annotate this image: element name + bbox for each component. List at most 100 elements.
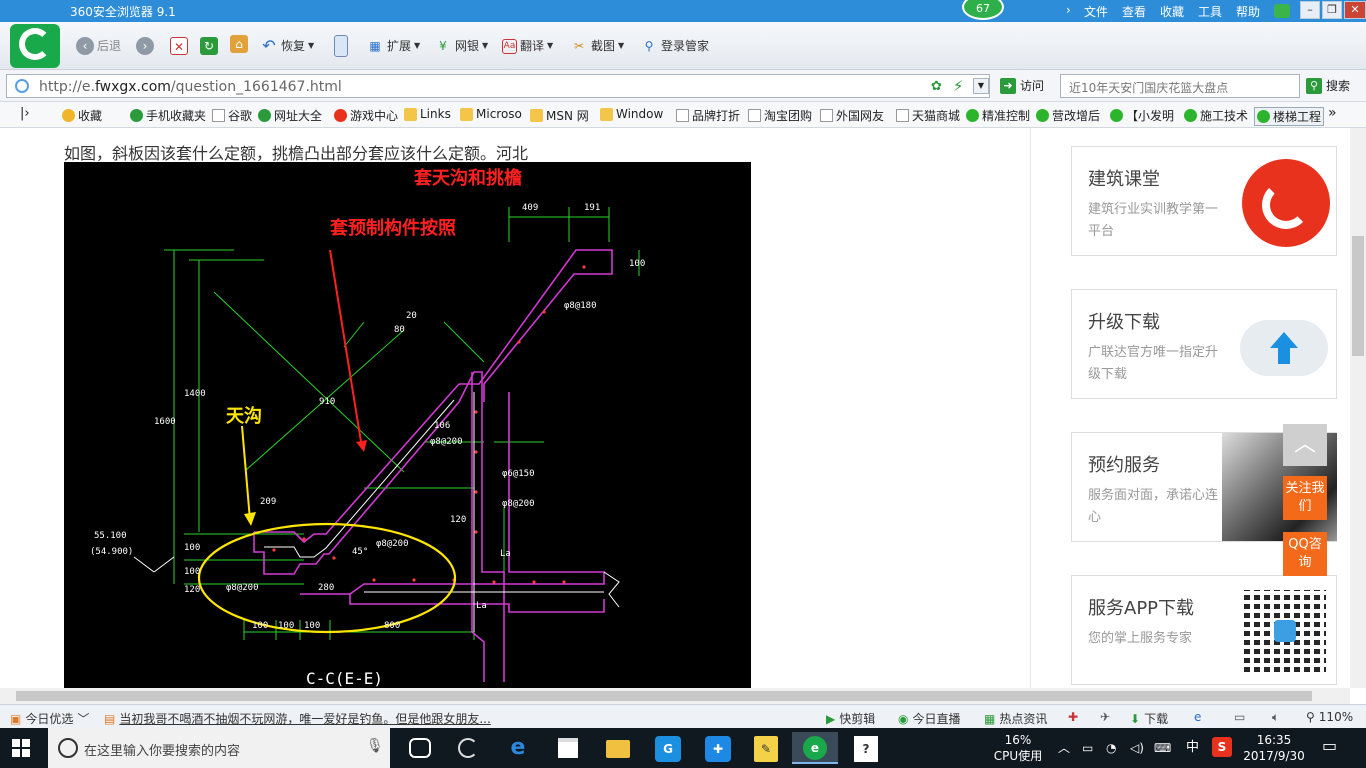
live-button[interactable]: ◉ 今日直播	[898, 710, 961, 727]
vertical-scrollbar[interactable]	[1350, 128, 1366, 688]
mobile-icon[interactable]	[334, 35, 348, 57]
follow-us-button[interactable]: 关注我们	[1283, 476, 1327, 520]
card-upgrade-download[interactable]: 升级下载 广联达官方唯一指定升级下载	[1071, 289, 1337, 399]
visit-button[interactable]: ➜ 访问	[1000, 77, 1044, 94]
bookmark-item[interactable]: Microso	[460, 107, 522, 121]
network-icon[interactable]: ◔	[1106, 740, 1116, 756]
vertical-scroll-thumb[interactable]	[1352, 236, 1364, 356]
browser-360-task-icon[interactable]: e	[792, 732, 838, 764]
restore-button[interactable]: ❐	[1322, 1, 1342, 19]
menu-tools[interactable]: 工具	[1198, 3, 1222, 20]
bookmark-item[interactable]: 精准控制	[966, 107, 1030, 124]
grid-icon: ▦	[369, 39, 381, 53]
horizontal-scrollbar[interactable]	[0, 688, 1350, 704]
menu-help[interactable]: 帮助	[1236, 3, 1260, 20]
card-app-download[interactable]: 服务APP下载 您的掌上服务专家	[1071, 575, 1337, 685]
bookmark-item[interactable]: 游戏中心	[334, 107, 398, 124]
help-app-icon[interactable]: ?	[848, 732, 884, 764]
menu-arrow-icon[interactable]: ›	[1066, 3, 1071, 17]
bookmark-item[interactable]: 收藏	[62, 107, 102, 124]
browser-logo-icon[interactable]	[10, 24, 60, 68]
stop-icon[interactable]: ✕	[170, 37, 188, 55]
menu-view[interactable]: 查看	[1122, 3, 1146, 20]
keyboard-icon[interactable]: ⌨	[1154, 740, 1171, 756]
clip-button[interactable]: ▶ 快剪辑	[826, 710, 875, 727]
battery-icon[interactable]: ▭	[1082, 740, 1093, 756]
hot-news-button[interactable]: ▦ 热点资讯	[984, 710, 1047, 727]
menu-favorites[interactable]: 收藏	[1160, 3, 1184, 20]
bookmark-item[interactable]: 手机收藏夹	[130, 107, 206, 124]
taskbar-search-input[interactable]: 在这里输入你要搜索的内容 🎙︎	[48, 728, 390, 768]
glodon-app-icon[interactable]: G	[650, 732, 686, 764]
menu-file[interactable]: 文件	[1084, 3, 1108, 20]
horizontal-scroll-thumb[interactable]	[16, 691, 1312, 701]
start-button[interactable]	[12, 739, 30, 757]
ie-icon[interactable]: e	[1194, 710, 1201, 724]
dropdown-icon[interactable]: ▼	[973, 78, 989, 94]
minimize-button[interactable]: –	[1300, 1, 1320, 19]
zoom-control[interactable]: ⚲ 110%	[1306, 710, 1353, 724]
refresh-icon[interactable]: ↻	[200, 37, 218, 55]
clock[interactable]: 16:35 2017/9/30	[1242, 732, 1306, 764]
edge-icon[interactable]: e	[500, 732, 536, 764]
close-button[interactable]: ✕	[1344, 1, 1366, 19]
ime-indicator[interactable]: 中	[1186, 740, 1199, 756]
bookmark-item[interactable]: 谷歌	[212, 107, 252, 124]
bookmark-item[interactable]: 淘宝团购	[748, 107, 812, 124]
bookmark-item[interactable]: 天猫商城	[896, 107, 960, 124]
plus-icon[interactable]: ✚	[1068, 710, 1078, 724]
window-icon[interactable]: ▭	[1234, 710, 1245, 724]
back-to-top-button[interactable]: ︿	[1283, 424, 1327, 466]
chevron-up-icon[interactable]: ︿	[1058, 740, 1070, 756]
cpu-percent: 16%	[1004, 733, 1032, 747]
bookmark-item[interactable]: Window	[600, 107, 663, 121]
tool-app-icon[interactable]: ✚	[700, 732, 736, 764]
back-button[interactable]: ‹ 后退	[76, 36, 121, 56]
lightning-icon[interactable]: ⚡	[953, 77, 964, 95]
more-bookmarks-icon[interactable]: »	[1328, 105, 1337, 121]
screenshot-button[interactable]: ✂ 截图 ▼	[570, 36, 624, 56]
address-row: http://e.fwxgx.com/question_1661467.html…	[0, 70, 1366, 102]
microphone-icon[interactable]: 🎙︎	[366, 738, 384, 754]
login-manager-button[interactable]: ⚲ 登录管家	[640, 36, 709, 56]
app-swirl-icon[interactable]	[450, 732, 486, 764]
home-icon[interactable]: ⌂	[230, 35, 248, 53]
today-picks[interactable]: ▣ 今日优选 ﹀	[10, 710, 89, 727]
search-input[interactable]: 近10年天安门国庆花篮大盘点	[1060, 74, 1300, 98]
qq-consult-button[interactable]: QQ咨询	[1283, 532, 1327, 576]
translate-button[interactable]: Aa 翻译 ▼	[502, 36, 553, 56]
pin-icon[interactable]: ✈	[1100, 710, 1110, 724]
download-button[interactable]: ⬇ 下载	[1130, 710, 1168, 727]
speaker-icon[interactable]: 🔈︎	[1272, 710, 1279, 725]
sidebar-toggle-icon[interactable]: |›	[20, 106, 30, 121]
bookmark-item[interactable]: Links	[404, 107, 451, 121]
notification-icon[interactable]: ▭	[1322, 738, 1337, 754]
extend-button[interactable]: ▦ 扩展 ▼	[366, 36, 420, 56]
notes-app-icon[interactable]: ✎	[748, 732, 784, 764]
forward-icon[interactable]: ›	[136, 37, 154, 55]
bookmark-item[interactable]: 楼梯工程	[1254, 107, 1325, 126]
task-view-icon[interactable]	[402, 732, 438, 764]
bookmark-item[interactable]: 【小发明	[1110, 107, 1174, 124]
bookmark-item[interactable]: MSN 网	[530, 107, 589, 124]
restore-tab-button[interactable]: ↶ 恢复 ▼	[260, 36, 314, 56]
card-architecture-class[interactable]: 建筑课堂 建筑行业实训教学第一平台	[1071, 146, 1337, 256]
volume-icon[interactable]: ◁)	[1130, 740, 1144, 756]
shirt-icon[interactable]	[1274, 4, 1290, 18]
cpu-monitor[interactable]: 16% CPU使用	[986, 732, 1050, 764]
bookmark-item[interactable]: 网址大全	[258, 107, 322, 124]
sogou-icon[interactable]: S	[1212, 737, 1232, 757]
bookmark-item[interactable]: 外国网友	[820, 107, 884, 124]
security-icon[interactable]: ✿	[931, 79, 942, 94]
bookmark-item[interactable]: 施工技术	[1184, 107, 1248, 124]
file-explorer-icon[interactable]	[600, 732, 636, 764]
news-ticker[interactable]: ▤ 当初我哥不喝酒不抽烟不玩网游，唯一爱好是钓鱼。但是他跟女朋友...	[104, 710, 524, 727]
message-badge[interactable]: 67	[962, 0, 1004, 20]
store-icon[interactable]	[550, 732, 586, 764]
bank-button[interactable]: ¥ 网银 ▼	[434, 36, 488, 56]
address-bar[interactable]: http://e.fwxgx.com/question_1661467.html…	[6, 74, 990, 98]
search-button[interactable]: ⚲ 搜索	[1306, 77, 1350, 94]
bookmark-item[interactable]: 品牌打折	[676, 107, 740, 124]
bookmark-item[interactable]: 营改增后	[1036, 107, 1100, 124]
extend-label: 扩展	[387, 39, 412, 53]
